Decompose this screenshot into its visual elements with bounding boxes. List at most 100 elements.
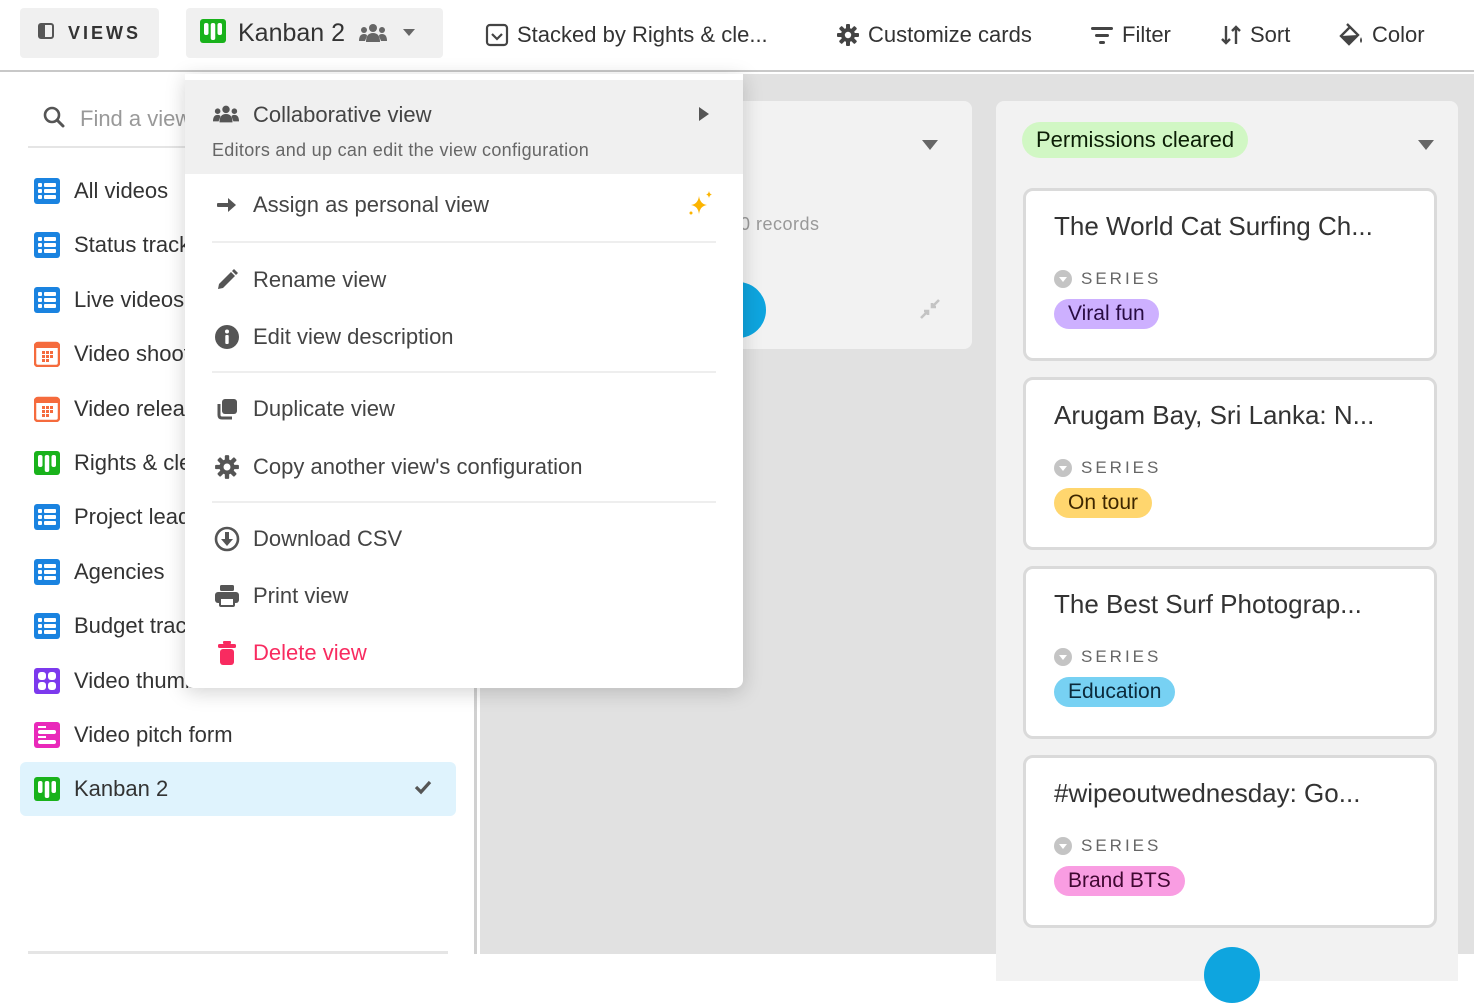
views-toggle-button[interactable]: VIEWS	[20, 8, 159, 58]
sidebar-view-item[interactable]: Video pitch form	[20, 708, 456, 762]
add-record-button[interactable]	[1204, 947, 1260, 1003]
view-item-label: Kanban 2	[74, 776, 169, 802]
gear-icon	[213, 455, 241, 479]
card-field-label: SERIES	[1081, 647, 1162, 666]
view-item-label: Live videos	[74, 286, 185, 312]
view-item-label: Project leads	[74, 504, 202, 530]
column-menu-caret-icon[interactable]	[922, 137, 938, 155]
record-card[interactable]: The World Cat Surfing Ch... SERIES Viral…	[1023, 188, 1437, 361]
view-item-label: Agencies	[74, 558, 165, 584]
record-card[interactable]: Arugam Bay, Sri Lanka: N... SERIES On to…	[1023, 377, 1437, 550]
checkmark-icon	[414, 779, 432, 800]
kanban-view-icon	[34, 451, 60, 475]
card-field-header: SERIES	[1054, 836, 1161, 856]
grid-view-icon	[34, 504, 60, 531]
delete-view-item[interactable]: Delete view	[185, 630, 743, 676]
grid-view-icon	[34, 178, 60, 204]
collaborative-view-item[interactable]: Collaborative view Editors and up can ed…	[185, 80, 743, 174]
rename-view-item[interactable]: Rename view	[185, 257, 743, 303]
customize-cards-label: Customize cards	[868, 22, 1032, 47]
collapse-icon[interactable]	[918, 297, 942, 326]
card-field-header: SERIES	[1054, 647, 1161, 667]
filter-icon	[1090, 24, 1114, 46]
sidebar-toggle-icon	[38, 22, 54, 44]
column-menu-caret-icon[interactable]	[1418, 137, 1434, 155]
menu-divider	[212, 241, 716, 243]
print-view-item[interactable]: Print view	[185, 573, 743, 619]
download-csv-item[interactable]: Download CSV	[185, 516, 743, 562]
form-view-icon	[34, 722, 60, 748]
arrow-right-icon	[213, 193, 241, 217]
collaborators-icon	[213, 104, 239, 129]
card-field-header: SERIES	[1054, 458, 1161, 478]
stack-label-badge: Permissions cleared	[1022, 122, 1249, 158]
view-options-menu: Collaborative view Editors and up can ed…	[185, 74, 743, 688]
series-tag: Education	[1054, 677, 1176, 707]
sidebar-view-item[interactable]: Kanban 2	[20, 762, 456, 817]
view-item-label: Video pitch form	[74, 722, 233, 747]
card-title: #wipeoutwednesday: Go...	[1054, 778, 1361, 808]
search-input-placeholder[interactable]: Find a view	[80, 106, 191, 132]
calendar-view-icon	[34, 396, 60, 422]
record-count: 0 records	[740, 214, 820, 234]
views-label: VIEWS	[68, 22, 142, 43]
sort-button[interactable]: Sort	[1220, 17, 1290, 53]
current-view-dropdown[interactable]: Kanban 2	[186, 8, 443, 58]
color-button[interactable]: Color	[1338, 17, 1425, 53]
filter-button[interactable]: Filter	[1090, 17, 1171, 53]
menu-divider	[212, 501, 716, 503]
card-field-label: SERIES	[1081, 458, 1162, 477]
collaborative-view-description: Editors and up can edit the view configu…	[212, 140, 590, 160]
view-item-label: All videos	[74, 178, 169, 203]
view-toolbar: VIEWS Kanban 2 Stacked by Rights & cle..…	[0, 0, 1474, 72]
current-view-name: Kanban 2	[238, 18, 346, 47]
record-card[interactable]: #wipeoutwednesday: Go... SERIES Brand BT…	[1023, 755, 1437, 928]
edit-view-description-item[interactable]: Edit view description	[185, 314, 743, 360]
duplicate-view-item[interactable]: Duplicate view	[185, 386, 743, 432]
assign-personal-view-label: Assign as personal view	[253, 192, 490, 217]
rename-view-label: Rename view	[253, 267, 387, 292]
view-item-label: Video shoots	[74, 341, 201, 367]
grid-view-icon	[34, 613, 60, 640]
card-field-label: SERIES	[1081, 269, 1162, 288]
edit-view-description-label: Edit view description	[253, 324, 454, 349]
download-icon	[213, 526, 241, 552]
checkbox-field-icon	[485, 23, 509, 47]
series-tag: Viral fun	[1054, 299, 1159, 329]
trash-icon	[213, 641, 241, 665]
paint-bucket-icon	[1338, 23, 1364, 47]
duplicate-icon	[213, 397, 241, 421]
single-select-field-icon	[1054, 837, 1072, 855]
search-icon	[42, 105, 66, 134]
pencil-icon	[213, 268, 241, 292]
series-tag: On tour	[1054, 488, 1153, 518]
gear-icon	[836, 23, 860, 47]
kanban-column-permissions-cleared: Permissions cleared The World Cat Surfin…	[996, 101, 1458, 1003]
series-tag: Brand BTS	[1054, 866, 1185, 896]
menu-divider	[212, 371, 716, 373]
single-select-field-icon	[1054, 459, 1072, 477]
stacked-by-label: Stacked by Rights & cle...	[517, 22, 768, 47]
info-icon	[213, 325, 241, 349]
card-title: The Best Surf Photograp...	[1054, 589, 1362, 619]
kanban-view-icon	[34, 777, 60, 802]
stacked-by-button[interactable]: Stacked by Rights & cle...	[485, 17, 768, 53]
color-label: Color	[1372, 22, 1425, 47]
assign-personal-view-item[interactable]: Assign as personal view	[185, 182, 743, 228]
chevron-right-icon	[699, 107, 709, 126]
collaborative-view-title: Collaborative view	[253, 102, 432, 127]
record-card[interactable]: The Best Surf Photograp... SERIES Educat…	[1023, 566, 1437, 739]
gallery-view-icon	[34, 667, 60, 694]
sparkle-icon	[687, 190, 715, 223]
card-field-header: SERIES	[1054, 269, 1161, 289]
copy-view-configuration-item[interactable]: Copy another view's configuration	[185, 444, 743, 490]
chevron-down-icon	[403, 29, 416, 37]
card-title: The World Cat Surfing Ch...	[1054, 211, 1373, 241]
grid-view-icon	[34, 558, 60, 585]
delete-view-label: Delete view	[253, 640, 367, 665]
printer-icon	[213, 584, 241, 608]
sort-label: Sort	[1250, 22, 1291, 47]
customize-cards-button[interactable]: Customize cards	[836, 17, 1032, 53]
sort-icon	[1220, 24, 1242, 46]
filter-label: Filter	[1122, 22, 1171, 47]
